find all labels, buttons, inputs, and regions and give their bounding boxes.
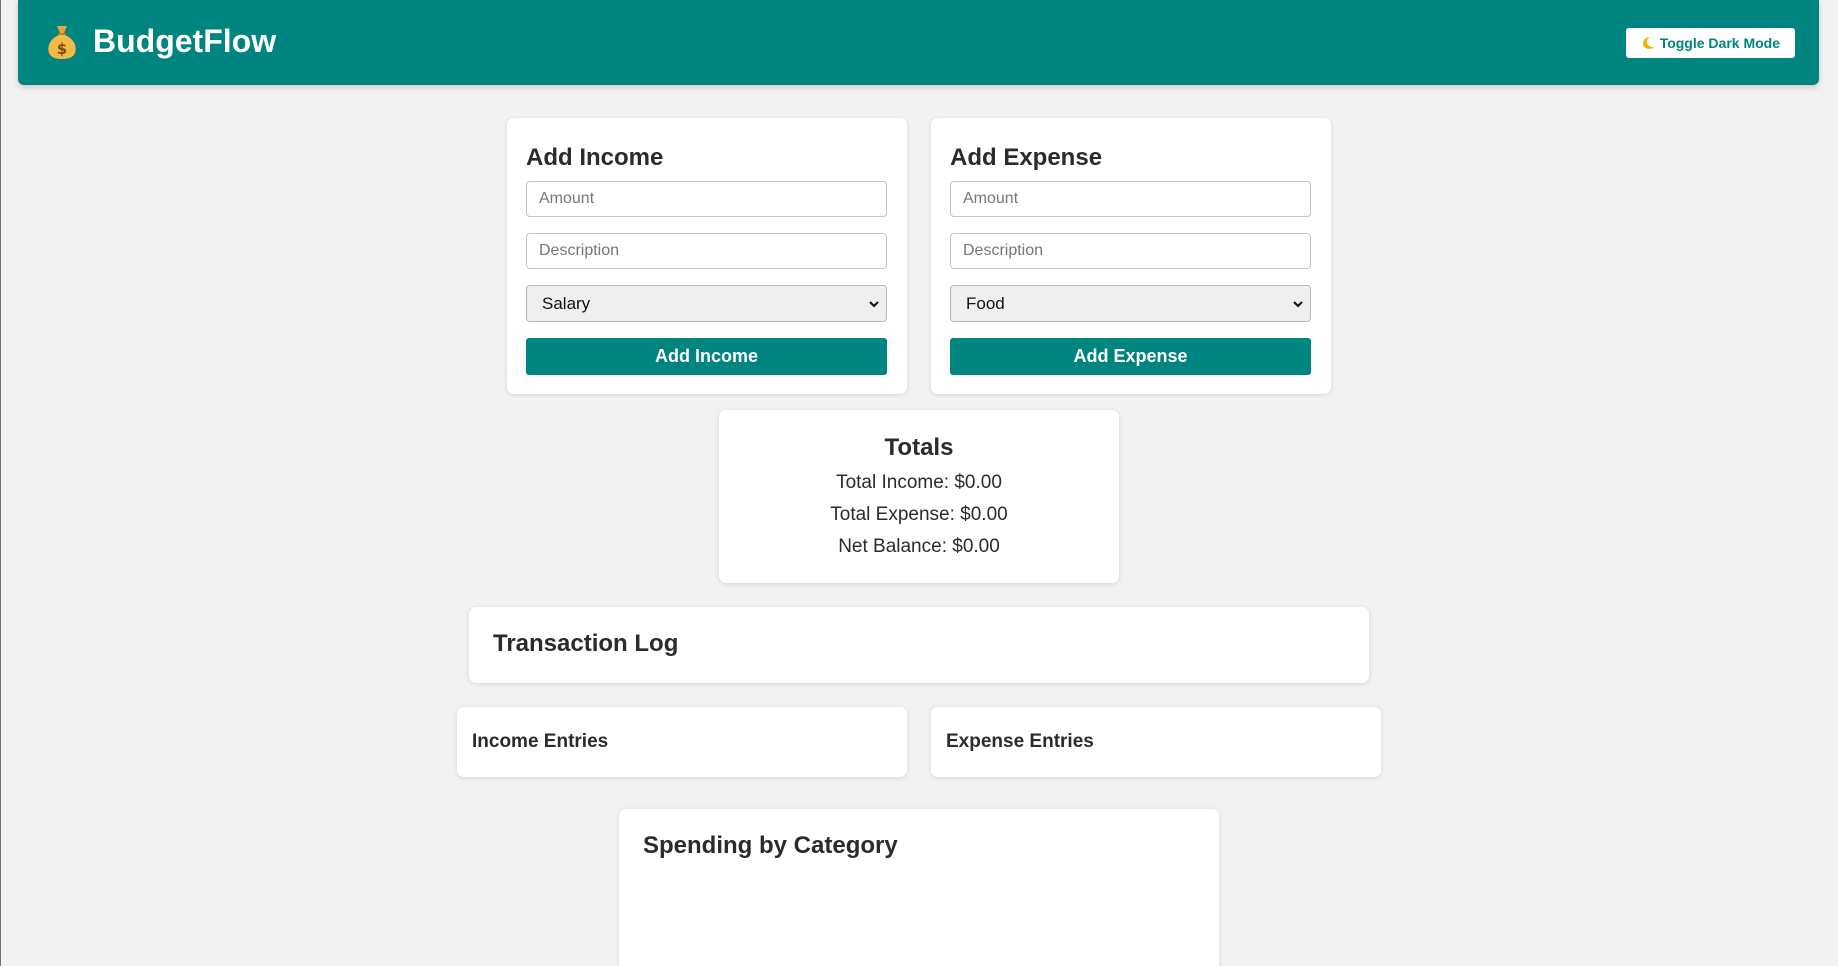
app-title: BudgetFlow [93,22,277,59]
income-entries-card: Income Entries [457,707,907,777]
expense-category-select[interactable]: Food [950,285,1311,322]
spending-by-category-title: Spending by Category [643,832,898,859]
add-income-title: Add Income [526,144,664,171]
expense-description-input[interactable] [950,233,1311,269]
money-bag-icon: $ [45,22,79,60]
income-amount-input[interactable] [526,181,887,217]
toggle-dark-mode-label: Toggle Dark Mode [1659,35,1780,51]
total-expense-text: Total Expense: $0.00 [830,504,1008,525]
transaction-log-title: Transaction Log [493,630,679,657]
expense-amount-input[interactable] [950,181,1311,217]
totals-card: Totals Total Income: $0.00 Total Expense… [719,410,1119,583]
spending-by-category-card: Spending by Category [619,809,1219,966]
totals-title: Totals [884,434,954,461]
top-header: $ BudgetFlow Toggle Dark Mode [18,0,1819,85]
add-expense-button[interactable]: Add Expense [950,338,1311,375]
net-balance-text: Net Balance: $0.00 [838,536,1000,557]
add-expense-card: Add Expense Food Add Expense [931,118,1331,394]
expense-entries-card: Expense Entries [931,707,1381,777]
chevron-down-icon [869,301,879,308]
total-income-text: Total Income: $0.00 [836,472,1002,493]
toggle-dark-mode-button[interactable]: Toggle Dark Mode [1625,28,1795,58]
income-description-input[interactable] [526,233,887,269]
page: $ BudgetFlow Toggle Dark Mode Add Income… [0,0,1838,966]
brand: $ BudgetFlow [45,22,276,60]
income-category-value: Salary [542,293,591,313]
add-income-button[interactable]: Add Income [526,338,887,375]
moon-icon [1641,36,1655,50]
income-category-select[interactable]: Salary [526,285,887,322]
expense-category-value: Food [966,293,1005,313]
expense-entries-title: Expense Entries [946,731,1094,752]
add-expense-title: Add Expense [950,144,1103,171]
income-entries-title: Income Entries [472,731,609,752]
transaction-log-card: Transaction Log [469,607,1369,683]
chevron-down-icon [1293,301,1303,308]
svg-text:$: $ [57,40,67,58]
add-income-card: Add Income Salary Add Income [507,118,907,394]
